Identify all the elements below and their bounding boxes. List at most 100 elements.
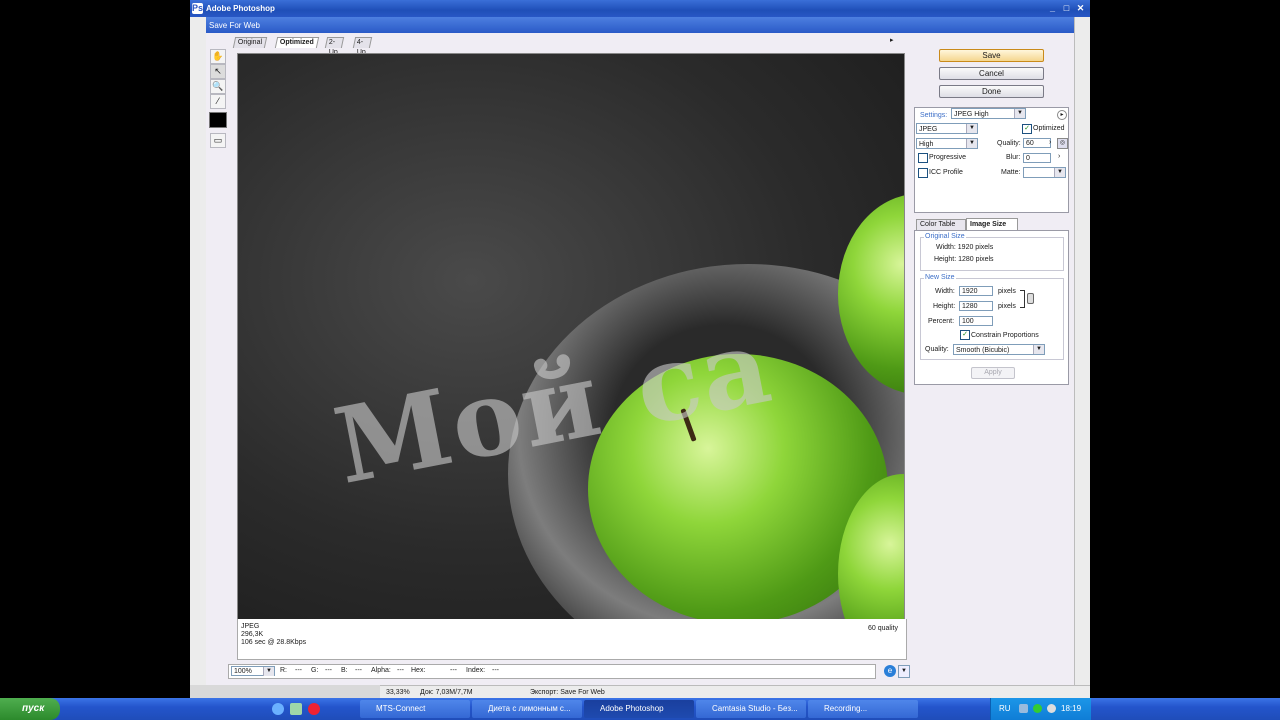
progressive-checkbox[interactable] <box>918 153 928 163</box>
color-readout-bar: 100% ▼ R: --- G: --- B: --- Alpha: --- He… <box>228 664 876 679</box>
image-size-panel: Original Size Width: 1920 pixels Height:… <box>914 230 1069 385</box>
tab-original[interactable]: Original <box>232 37 268 48</box>
clock: 18:19 <box>1061 704 1082 713</box>
preview-menu-icon[interactable]: ▸ <box>890 36 894 44</box>
quicklaunch-ie-icon[interactable] <box>272 703 284 715</box>
browser-menu-chevron-icon[interactable]: ▼ <box>898 665 910 678</box>
tray-status-icon[interactable] <box>1033 704 1042 713</box>
matte-label: Matte: <box>1001 169 1021 176</box>
done-button[interactable]: Done <box>939 85 1044 98</box>
cancel-button[interactable]: Cancel <box>939 67 1044 80</box>
doc-size: Док: 7,03M/7,7M <box>420 689 473 696</box>
quality-level-select[interactable]: High ▼ <box>916 138 978 149</box>
save-button[interactable]: Save <box>939 49 1044 62</box>
info-download-time: 106 sec @ 28.8Kbps <box>241 639 307 646</box>
hand-tool-icon[interactable]: ✋ <box>210 49 226 64</box>
quicklaunch-desktop-icon[interactable] <box>290 703 302 715</box>
height-input[interactable]: 1280 <box>959 301 993 311</box>
zoom-tool-icon[interactable]: 🔍 <box>210 79 226 94</box>
close-icon[interactable]: ✕ <box>1075 3 1086 14</box>
progressive-label: Progressive <box>929 154 966 161</box>
quality-label: Quality: <box>997 140 1021 147</box>
alpha-label: Alpha: <box>371 667 391 674</box>
icc-profile-label: ICC Profile <box>929 169 963 176</box>
format-select[interactable]: JPEG ▼ <box>916 123 978 134</box>
quality-arrow-icon[interactable]: › <box>1049 139 1051 146</box>
maximize-icon[interactable]: □ <box>1061 3 1072 14</box>
constrain-proportions-label: Constrain Proportions <box>971 332 1039 339</box>
constrain-bracket <box>1020 290 1025 308</box>
tab-4-up[interactable]: 4-Up <box>352 37 373 56</box>
save-for-web-dialog: ✋ ↖ 🔍 ⁄ ▭ Original Optimized 2-Up 4-Up ▸… <box>206 33 1074 685</box>
blur-input[interactable]: 0 <box>1023 153 1051 163</box>
app-icon: Ps <box>192 3 204 14</box>
constrain-proportions-checkbox[interactable]: ✓ <box>960 330 970 340</box>
blur-arrow-icon[interactable]: › <box>1058 153 1060 160</box>
resample-quality-label: Quality: <box>925 346 949 353</box>
matte-select[interactable]: ▼ <box>1023 167 1066 178</box>
tab-2-up[interactable]: 2-Up <box>324 37 345 56</box>
r-value: --- <box>295 667 302 674</box>
toggle-slices-icon[interactable]: ▭ <box>210 133 226 148</box>
quality-input[interactable]: 60 <box>1023 138 1051 148</box>
chevron-down-icon: ▼ <box>1033 345 1044 354</box>
link-chain-icon <box>1027 293 1034 304</box>
start-button[interactable]: пуск <box>0 698 60 720</box>
browser-preview-icon[interactable]: e <box>884 665 896 677</box>
zoom-select[interactable]: 100% ▼ <box>231 666 275 676</box>
settings-label: Settings: <box>920 112 948 119</box>
width-unit: pixels <box>998 288 1016 295</box>
new-size-label: New Size <box>924 274 956 281</box>
taskbar-item-photoshop[interactable]: Adobe Photoshop <box>584 700 694 718</box>
taskbar-item-mts[interactable]: MTS-Connect <box>360 700 470 718</box>
quicklaunch-yandex-icon[interactable] <box>308 703 320 715</box>
optimization-info: JPEG 296,3K 106 sec @ 28.8Kbps 60 qualit… <box>237 619 907 660</box>
index-label: Index: <box>466 667 486 674</box>
optimized-label: Optimized <box>1033 125 1065 132</box>
optimized-checkbox[interactable]: ✓ <box>1022 124 1032 134</box>
eyedropper-color-swatch[interactable] <box>209 112 227 128</box>
tray-network-icon[interactable] <box>1019 704 1028 713</box>
original-size-group <box>920 237 1064 271</box>
height-label: Height: <box>933 303 956 310</box>
taskbar-item-camtasia[interactable]: Camtasia Studio - Без... <box>696 700 806 718</box>
slice-select-tool-icon[interactable]: ↖ <box>210 64 226 79</box>
g-label: G: <box>311 667 319 674</box>
system-tray: RU 18:19 <box>990 698 1091 720</box>
dialog-title-bar: Save For Web <box>206 17 1074 33</box>
preset-select[interactable]: JPEG High ▼ <box>951 108 1026 119</box>
taskbar: пуск MTS-Connect Диета с лимонным с... A… <box>0 698 1280 720</box>
apply-button[interactable]: Apply <box>971 367 1015 379</box>
width-label: Width: <box>935 288 955 295</box>
eyedropper-tool-icon[interactable]: ⁄ <box>210 94 226 109</box>
height-unit: pixels <box>998 303 1016 310</box>
icc-profile-checkbox[interactable] <box>918 168 928 178</box>
percent-label: Percent: <box>928 318 955 325</box>
info-size: 296,3K <box>241 631 264 638</box>
settings-panel: Settings: JPEG High ▼ ▸ JPEG ▼ ✓ Optimized… <box>914 107 1069 213</box>
language-indicator[interactable]: RU <box>999 698 1011 720</box>
quality-mask-icon[interactable]: ◎ <box>1057 138 1068 149</box>
taskbar-item-browser[interactable]: Диета с лимонным с... <box>472 700 582 718</box>
minimize-icon[interactable]: _ <box>1047 3 1058 14</box>
hex-label: Hex: <box>411 667 426 674</box>
doc-zoom: 33,33% <box>386 689 410 696</box>
toolbox-strip <box>190 17 207 685</box>
doc-hint: Экспорт: Save For Web <box>530 689 605 696</box>
window-title: Adobe Photoshop <box>206 4 275 13</box>
title-bar: Adobe Photoshop Ps _ □ ✕ <box>190 0 1090 17</box>
tab-optimized[interactable]: Optimized <box>274 37 320 48</box>
photoshop-window: Adobe Photoshop Ps _ □ ✕ Save For Web ✋ … <box>190 0 1090 720</box>
percent-input[interactable]: 100 <box>959 316 993 326</box>
taskbar-item-recording[interactable]: Recording... <box>808 700 918 718</box>
settings-menu-icon[interactable]: ▸ <box>1057 110 1067 120</box>
r-label: R: <box>280 667 287 674</box>
chevron-down-icon: ▼ <box>966 124 977 133</box>
tab-image-size[interactable]: Image Size <box>966 218 1018 230</box>
image-preview[interactable]: Мой са <box>237 53 905 621</box>
tray-volume-icon[interactable] <box>1047 704 1056 713</box>
resample-quality-select[interactable]: Smooth (Bicubic) ▼ <box>953 344 1045 355</box>
width-input[interactable]: 1920 <box>959 286 993 296</box>
tab-color-table[interactable]: Color Table <box>916 219 966 230</box>
chevron-down-icon: ▼ <box>966 139 977 148</box>
